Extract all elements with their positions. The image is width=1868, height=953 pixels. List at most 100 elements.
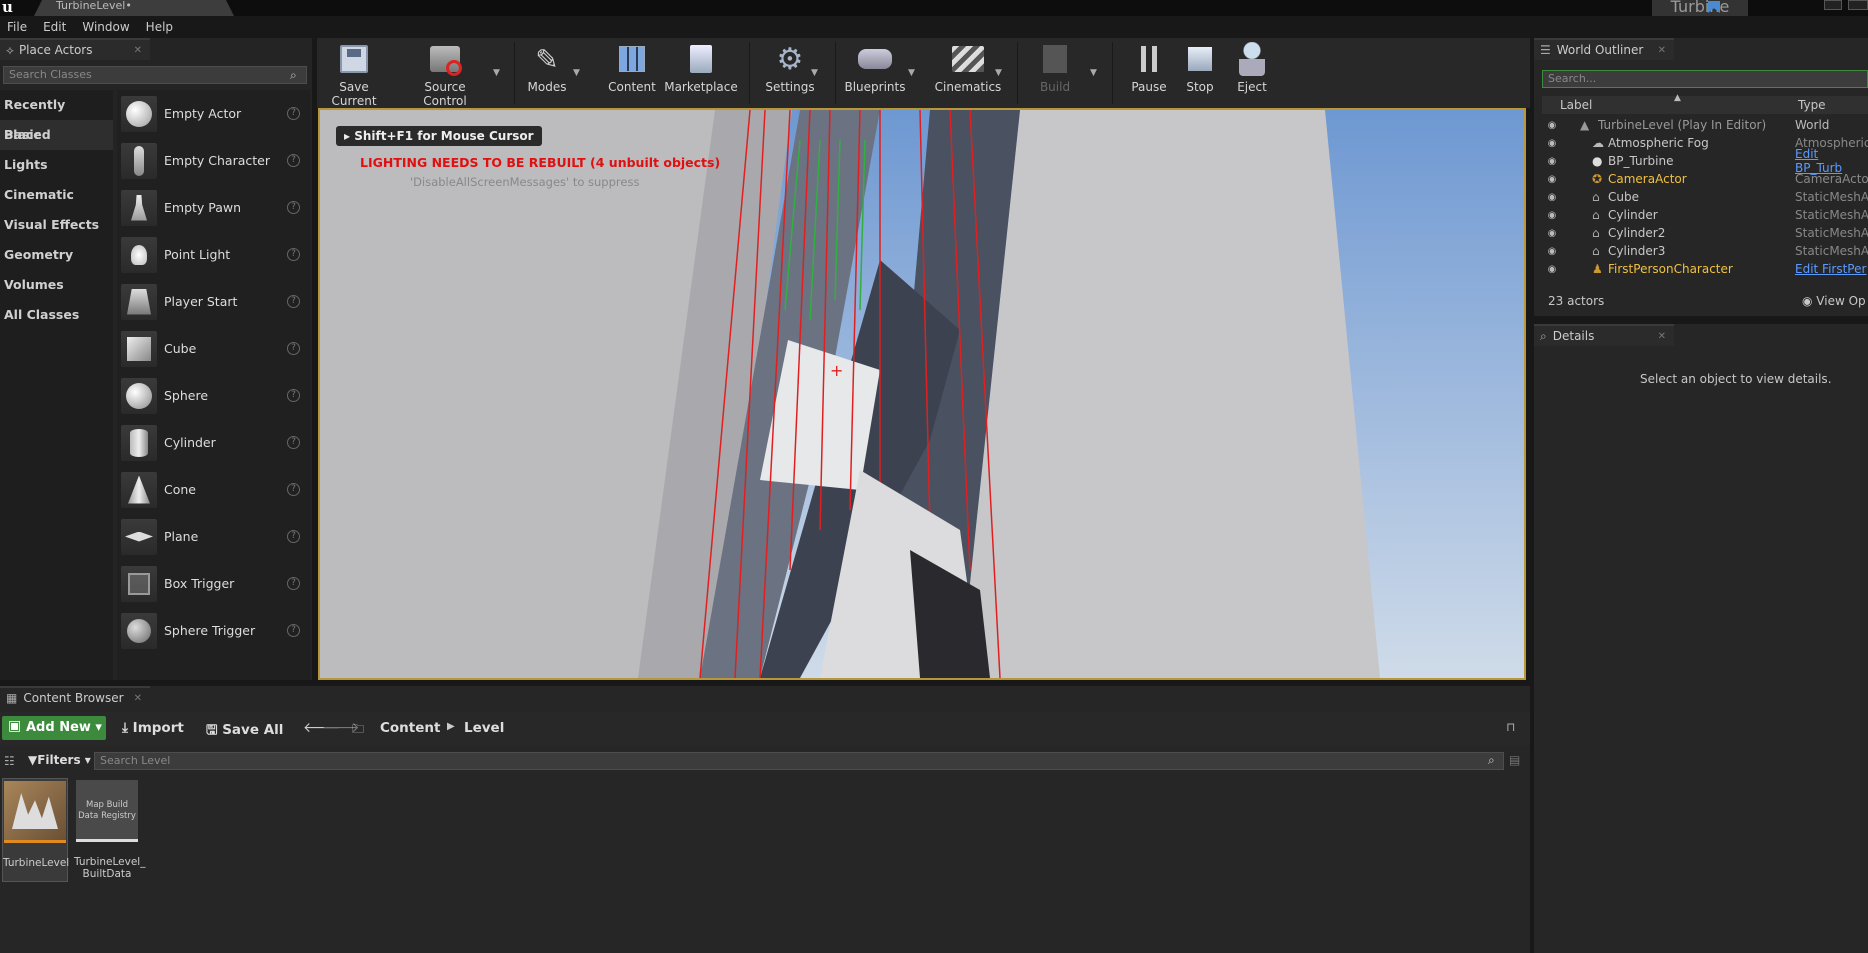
- breadcrumb-level[interactable]: Level: [464, 720, 504, 736]
- save-all-button[interactable]: 🖫 Save All: [206, 720, 283, 743]
- category-visual-effects[interactable]: Visual Effects: [0, 210, 113, 240]
- outliner-row-cylinder[interactable]: ◉ ⌂ Cylinder StaticMeshAc: [1542, 206, 1868, 224]
- help-icon[interactable]: ?: [287, 107, 300, 120]
- eye-icon[interactable]: ◉: [1542, 120, 1562, 131]
- category-lights[interactable]: Lights: [0, 150, 113, 180]
- outliner-row-camera-actor[interactable]: ◉ ✪ CameraActor CameraActor: [1542, 170, 1868, 188]
- modes-button[interactable]: ✎ Modes: [523, 38, 571, 108]
- source-control-dropdown-icon[interactable]: ▼: [493, 68, 500, 78]
- source-control-button[interactable]: Source Control: [403, 38, 487, 108]
- build-dropdown-icon[interactable]: ▼: [1090, 68, 1097, 78]
- help-icon[interactable]: ?: [287, 624, 300, 637]
- eye-icon[interactable]: ◉: [1542, 174, 1562, 185]
- category-geometry[interactable]: Geometry: [0, 240, 113, 270]
- level-document-tab[interactable]: TurbineLevel•: [34, 0, 234, 16]
- actor-sphere-trigger[interactable]: Sphere Trigger?: [117, 607, 310, 654]
- category-volumes[interactable]: Volumes: [0, 270, 113, 300]
- menu-window[interactable]: Window: [75, 20, 138, 34]
- outliner-row-first-person-character[interactable]: ◉ ♟ FirstPersonCharacter Edit FirstPer: [1542, 260, 1868, 278]
- eye-icon[interactable]: ◉: [1542, 210, 1562, 221]
- help-icon[interactable]: ?: [287, 154, 300, 167]
- import-button[interactable]: ⤓ Import: [122, 720, 184, 736]
- level-viewport[interactable]: + ▸ Shift+F1 for Mouse Cursor LIGHTING N…: [318, 108, 1526, 680]
- actor-player-start[interactable]: Player Start?: [117, 278, 310, 325]
- details-tab[interactable]: ⌕ Details ✕: [1534, 324, 1674, 346]
- sources-toggle-icon[interactable]: ☷: [4, 754, 15, 768]
- actor-cube[interactable]: Cube?: [117, 325, 310, 372]
- category-basic[interactable]: Basic: [0, 120, 113, 150]
- cinematics-dropdown-icon[interactable]: ▼: [995, 68, 1002, 78]
- content-button[interactable]: Content: [607, 38, 657, 108]
- close-icon[interactable]: ✕: [134, 693, 142, 704]
- actor-empty-actor[interactable]: Empty Actor?: [117, 90, 310, 137]
- actor-point-light[interactable]: Point Light?: [117, 231, 310, 278]
- outliner-search-input[interactable]: Search...: [1542, 70, 1868, 88]
- actor-box-trigger[interactable]: Box Trigger?: [117, 560, 310, 607]
- help-icon[interactable]: ?: [287, 389, 300, 402]
- eye-icon[interactable]: ◉: [1542, 246, 1562, 257]
- save-search-icon[interactable]: ▤: [1509, 753, 1520, 767]
- blueprints-dropdown-icon[interactable]: ▼: [908, 68, 915, 78]
- outliner-row-cube[interactable]: ◉ ⌂ Cube StaticMeshAc: [1542, 188, 1868, 206]
- actor-empty-character[interactable]: Empty Character?: [117, 137, 310, 184]
- help-icon[interactable]: ?: [287, 530, 300, 543]
- actor-cone[interactable]: Cone?: [117, 466, 310, 513]
- outliner-row-cylinder3[interactable]: ◉ ⌂ Cylinder3 StaticMeshAc: [1542, 242, 1868, 260]
- category-all-classes[interactable]: All Classes: [0, 300, 113, 330]
- menu-help[interactable]: Help: [139, 20, 182, 34]
- lock-icon[interactable]: ⊓: [1506, 720, 1515, 734]
- column-type[interactable]: Type: [1798, 98, 1826, 112]
- search-icon[interactable]: ⌕: [290, 68, 297, 83]
- outliner-row-cylinder2[interactable]: ◉ ⌂ Cylinder2 StaticMeshAc: [1542, 224, 1868, 242]
- actor-sphere[interactable]: Sphere?: [117, 372, 310, 419]
- pause-button[interactable]: Pause: [1125, 38, 1173, 108]
- settings-dropdown-icon[interactable]: ▼: [811, 68, 818, 78]
- help-icon[interactable]: ?: [287, 577, 300, 590]
- maximize-button[interactable]: [1848, 0, 1868, 10]
- actor-empty-pawn[interactable]: Empty Pawn?: [117, 184, 310, 231]
- edit-blueprint-link[interactable]: Edit FirstPer: [1795, 262, 1866, 276]
- eye-icon[interactable]: ◉: [1542, 156, 1562, 167]
- help-icon[interactable]: ?: [287, 342, 300, 355]
- outliner-row-world[interactable]: ◉ ▲ TurbineLevel (Play In Editor) World: [1542, 116, 1868, 134]
- view-options-button[interactable]: ◉ View Op: [1802, 294, 1866, 308]
- help-icon[interactable]: ?: [287, 295, 300, 308]
- eye-icon[interactable]: ◉: [1542, 228, 1562, 239]
- eye-icon[interactable]: ◉: [1542, 192, 1562, 203]
- world-outliner-tab[interactable]: ☰ World Outliner ✕: [1534, 38, 1674, 60]
- close-icon[interactable]: ✕: [1658, 45, 1666, 56]
- asset-turbine-level-built-data[interactable]: Map Build Data Registry TurbineLevel_ Bu…: [74, 778, 145, 882]
- asset-turbine-level[interactable]: TurbineLevel: [2, 778, 69, 882]
- category-cinematic[interactable]: Cinematic: [0, 180, 113, 210]
- help-icon[interactable]: ?: [287, 483, 300, 496]
- eye-icon[interactable]: ◉: [1542, 264, 1562, 275]
- search-icon[interactable]: ⌕: [1488, 753, 1495, 768]
- close-icon[interactable]: ✕: [134, 45, 142, 56]
- category-recently-placed[interactable]: Recently Placed: [0, 90, 113, 142]
- help-icon[interactable]: ?: [287, 436, 300, 449]
- eye-icon[interactable]: ◉: [1542, 138, 1562, 149]
- place-actors-tab[interactable]: ⟡ Place Actors ✕: [0, 38, 150, 60]
- content-browser-tab[interactable]: ▦ Content Browser ✕: [0, 686, 150, 708]
- filters-button[interactable]: ▼Filters ▾: [28, 753, 91, 767]
- search-level-input[interactable]: Search Level: [94, 752, 1504, 770]
- modes-dropdown-icon[interactable]: ▼: [573, 68, 580, 78]
- save-current-button[interactable]: Save Current: [319, 38, 389, 108]
- breadcrumb-content[interactable]: Content: [380, 720, 440, 736]
- actor-cylinder[interactable]: Cylinder?: [117, 419, 310, 466]
- minimize-button[interactable]: [1824, 0, 1842, 10]
- build-button[interactable]: Build: [1027, 38, 1083, 108]
- close-icon[interactable]: ✕: [1658, 331, 1666, 342]
- actor-plane[interactable]: Plane?: [117, 513, 310, 560]
- column-label[interactable]: Label: [1560, 98, 1592, 112]
- cinematics-button[interactable]: Cinematics: [931, 38, 1005, 108]
- help-icon[interactable]: ?: [287, 201, 300, 214]
- outliner-row-bp-turbine[interactable]: ◉ ● BP_Turbine Edit BP_Turb: [1542, 147, 1868, 175]
- blueprints-button[interactable]: Blueprints: [843, 38, 907, 108]
- menu-edit[interactable]: Edit: [36, 20, 75, 34]
- menu-file[interactable]: File: [0, 20, 36, 34]
- eject-button[interactable]: Eject: [1229, 38, 1275, 108]
- stop-button[interactable]: Stop: [1177, 38, 1223, 108]
- search-classes-input[interactable]: Search Classes: [3, 66, 307, 84]
- help-icon[interactable]: ?: [287, 248, 300, 261]
